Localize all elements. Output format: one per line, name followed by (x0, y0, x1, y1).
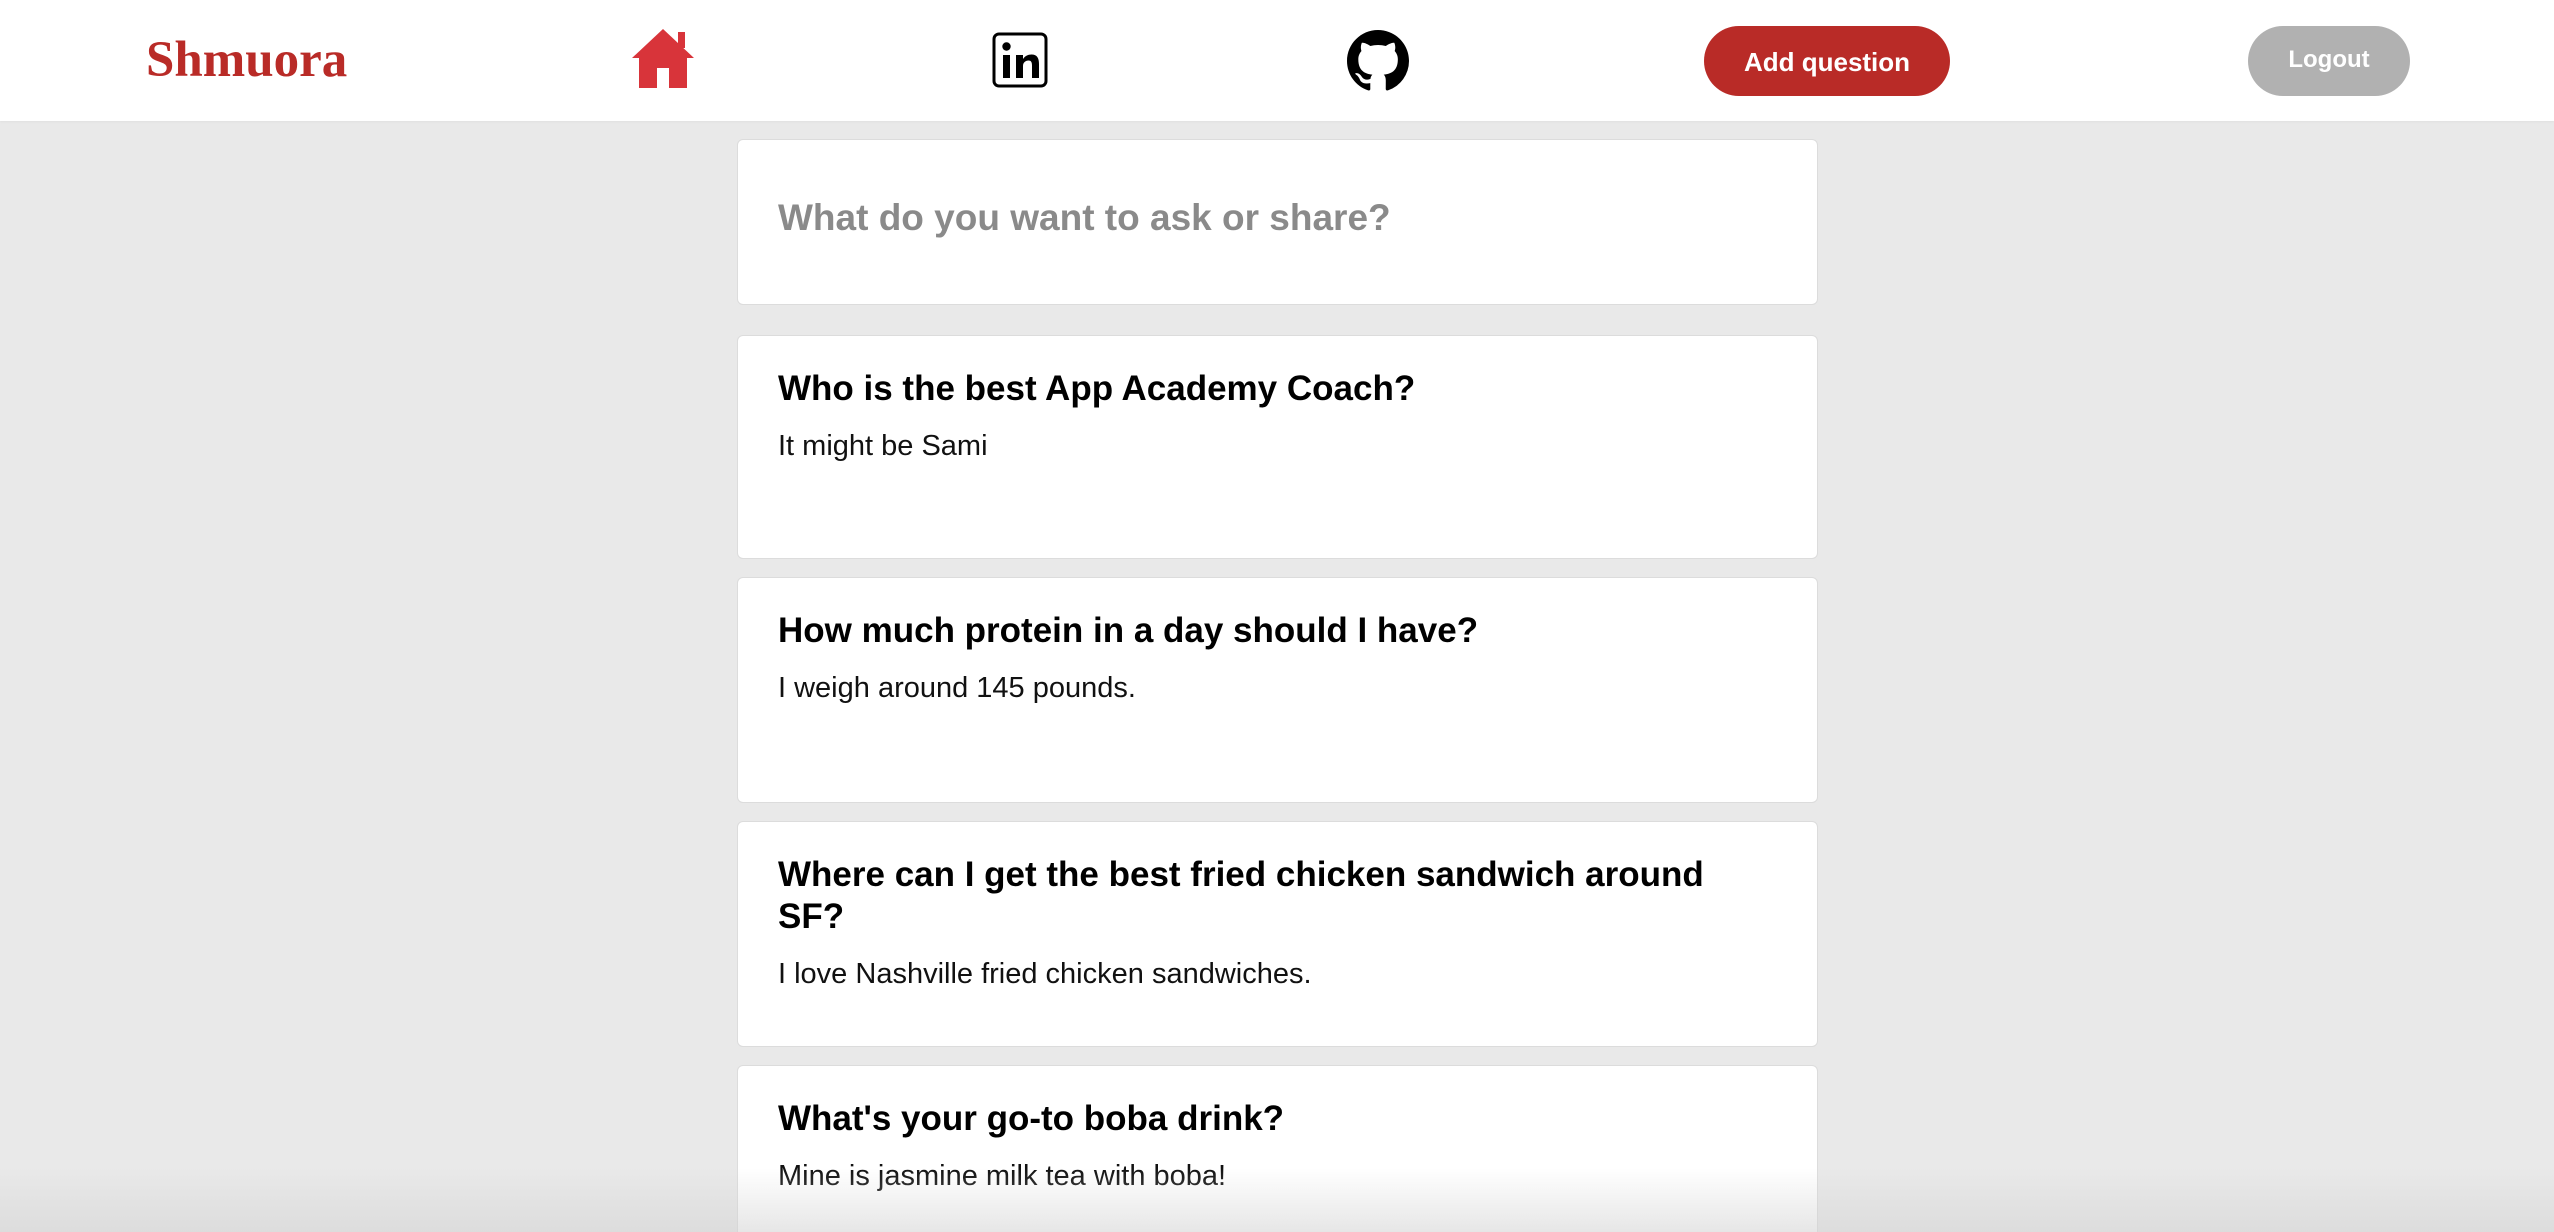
home-icon[interactable] (630, 26, 696, 90)
logo[interactable]: Shmuora (146, 28, 347, 92)
ask-box-placeholder[interactable]: What do you want to ask or share? (778, 194, 1391, 242)
question-body: I love Nashville fried chicken sandwiche… (778, 958, 1312, 990)
question-body: Mine is jasmine milk tea with boba! (778, 1160, 1227, 1192)
navbar: Shmuora Add question Logout (0, 0, 2554, 121)
question-title[interactable]: Who is the best App Academy Coach? (778, 368, 1778, 410)
question-card[interactable]: What's your go-to boba drink? Mine is ja… (737, 1065, 1818, 1232)
question-body: I weigh around 145 pounds. (778, 672, 1136, 704)
question-card[interactable]: Who is the best App Academy Coach? It mi… (737, 335, 1818, 559)
question-card[interactable]: How much protein in a day should I have?… (737, 577, 1818, 803)
question-title[interactable]: How much protein in a day should I have? (778, 610, 1778, 652)
add-question-button[interactable]: Add question (1704, 26, 1950, 96)
ask-box[interactable]: What do you want to ask or share? (737, 139, 1818, 305)
question-title[interactable]: What's your go-to boba drink? (778, 1098, 1778, 1140)
linkedin-icon[interactable] (992, 32, 1048, 88)
github-icon[interactable] (1347, 30, 1409, 92)
question-body: It might be Sami (778, 430, 988, 462)
question-title[interactable]: Where can I get the best fried chicken s… (778, 854, 1778, 938)
question-card[interactable]: Where can I get the best fried chicken s… (737, 821, 1818, 1047)
logout-button[interactable]: Logout (2248, 26, 2410, 96)
